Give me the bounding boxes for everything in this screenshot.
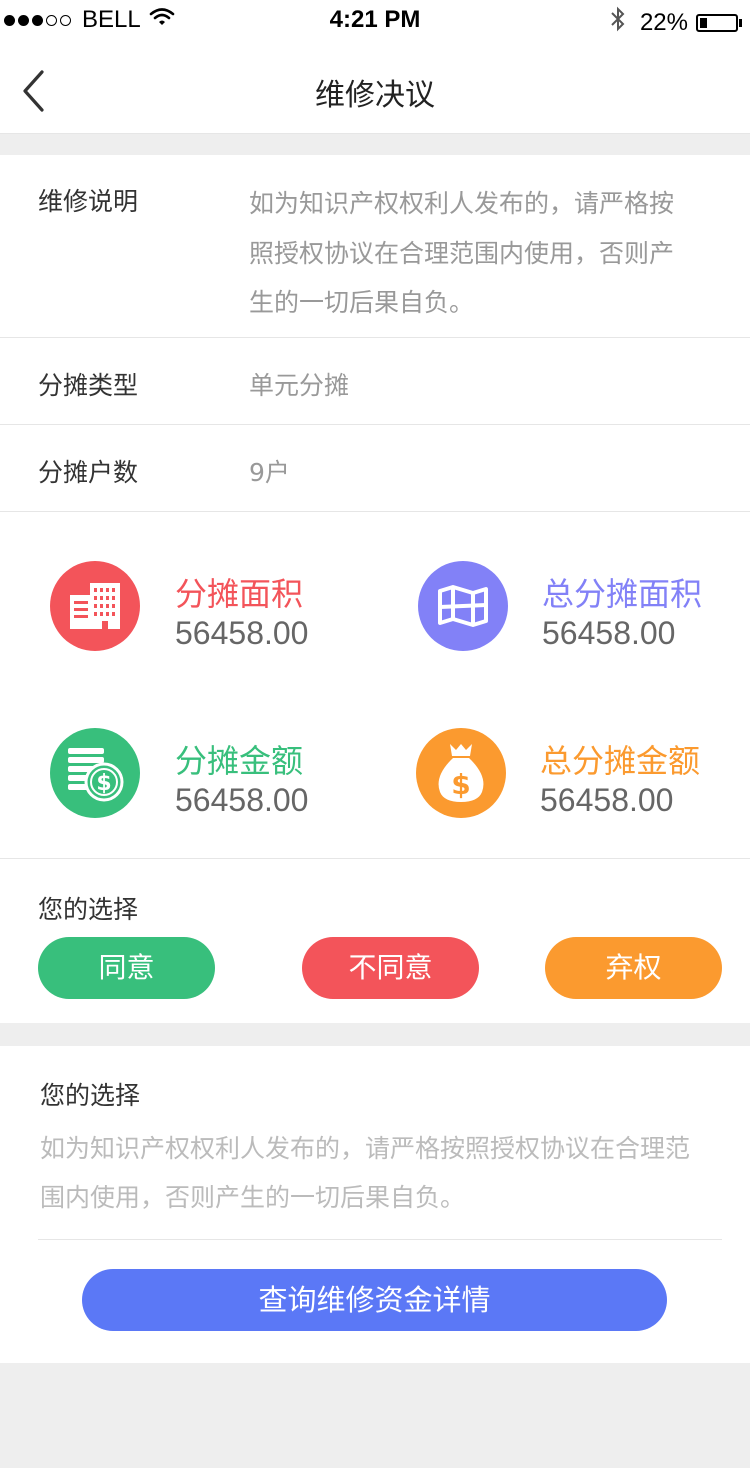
nav-bar: 维修决议 [0,40,750,134]
description-label: 维修说明 [38,187,139,216]
result-description: 如为知识产权权利人发布的，请严格按照授权协议在合理范围内使用，否则产生的一切后果… [40,1134,691,1212]
households-label: 分摊户数 [38,458,139,487]
battery-tip [739,18,742,27]
allocation-type-value: 单元分摊 [249,371,350,400]
svg-text:$: $ [96,771,111,796]
stat-value: 56458.00 [175,615,309,651]
stat-label: 分摊金额 [175,742,304,780]
divider [38,1239,722,1240]
stat-value: 56458.00 [542,615,676,651]
abstain-button[interactable]: 弃权 [545,937,722,999]
map-icon [418,561,508,651]
building-icon [50,561,140,651]
stat-value: 56458.00 [540,782,674,818]
battery-fill [700,17,707,28]
disagree-button[interactable]: 不同意 [302,937,479,999]
stat-label: 总分摊面积 [542,575,703,613]
battery-percent: 22% [639,8,688,36]
households-row: 分摊户数 9户 [0,425,750,512]
query-funds-button[interactable]: 查询维修资金详情 [82,1269,667,1331]
divider [0,858,750,859]
description-value: 如为知识产权权利人发布的，请严格按照授权协议在合理范围内使用，否则产生的一切后果… [249,189,675,317]
svg-text:$: $ [451,768,470,801]
coins-icon: $ [50,728,140,818]
stat-value: 56458.00 [175,782,309,818]
choice-title: 您的选择 [38,895,139,924]
battery-icon [696,13,738,32]
page-title: 维修决议 [315,78,435,113]
stat-label: 分摊面积 [175,575,304,613]
households-value: 9户 [249,458,290,487]
stat-label: 总分摊金额 [540,742,701,780]
allocation-type-row: 分摊类型 单元分摊 [0,338,750,425]
status-bar: BELL 4:21 PM 22% [0,0,750,40]
choice-result-card: 您的选择 如为知识产权权利人发布的，请严格按照授权协议在合理范围内使用，否则产生… [0,1046,750,1363]
money-bag-icon: $ [416,728,506,818]
resolution-card: 维修说明 如为知识产权权利人发布的，请严格按照授权协议在合理范围内使用，否则产生… [0,155,750,1023]
status-right: 22% [610,6,742,39]
result-title: 您的选择 [40,1081,141,1110]
description-row: 维修说明 如为知识产权权利人发布的，请严格按照授权协议在合理范围内使用，否则产生… [0,155,750,338]
bluetooth-icon [610,6,626,39]
agree-button[interactable]: 同意 [38,937,215,999]
allocation-type-label: 分摊类型 [38,371,139,400]
